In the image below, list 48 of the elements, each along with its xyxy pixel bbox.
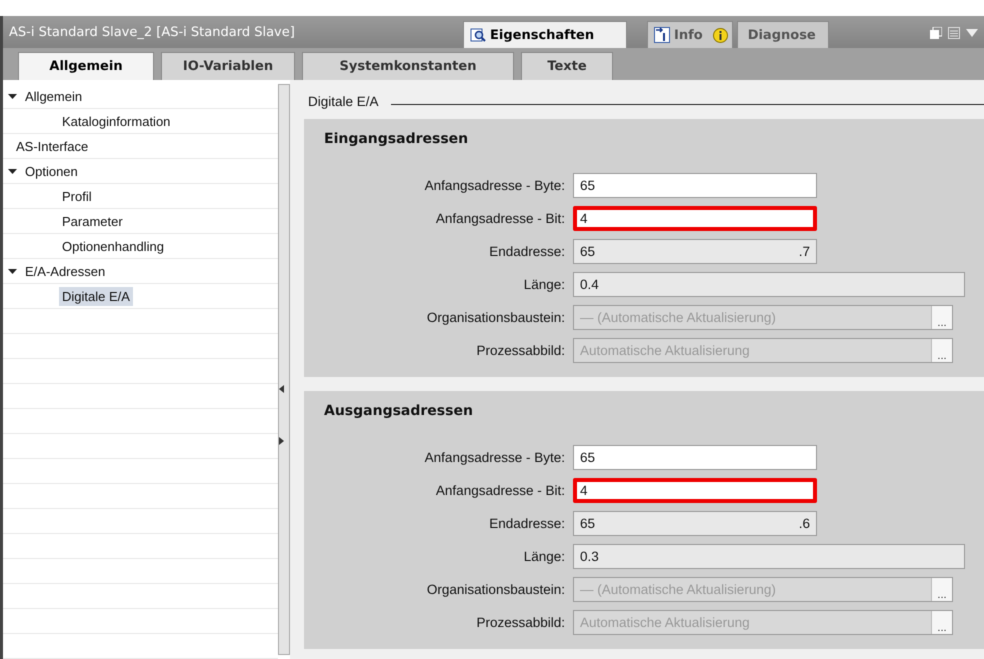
field-label: Endadresse:: [488, 244, 565, 259]
readonly-field: 0.3: [573, 544, 965, 569]
tree-item[interactable]: Kataloginformation: [59, 112, 174, 130]
field-label: Organisationsbaustein:: [426, 582, 565, 597]
tree-item[interactable]: E/A-Adressen: [22, 262, 108, 280]
tab[interactable]: Systemkonstanten: [302, 52, 514, 80]
expand-arrow-icon[interactable]: [8, 266, 17, 276]
readonly-field: 0.4: [573, 272, 965, 297]
input-field[interactable]: 4: [573, 478, 817, 503]
panel-title: AS-i Standard Slave_2 [AS-i Standard Slave]: [8, 25, 296, 42]
tab[interactable]: IO-Variablen: [161, 52, 295, 80]
field-label: Endadresse:: [488, 516, 565, 531]
input-field[interactable]: 65: [573, 173, 817, 198]
group-title: Eingangsadressen: [324, 131, 470, 147]
field-label: Prozessabbild:: [475, 615, 565, 630]
expand-arrow-icon[interactable]: [8, 92, 17, 100]
view-tab[interactable]: Info: [647, 21, 733, 48]
tab[interactable]: Texte: [521, 52, 613, 80]
tree-item[interactable]: Optionen: [22, 162, 81, 180]
window-restore-icon[interactable]: [930, 27, 942, 39]
view-tab[interactable]: Diagnose: [736, 21, 829, 48]
group-title: Ausgangsadressen: [324, 403, 474, 419]
view-tab[interactable]: Eigenschaften: [463, 21, 627, 48]
tree-item[interactable]: Allgemein: [22, 86, 86, 106]
readonly-field: 65 .6: [573, 511, 817, 536]
input-field[interactable]: 65: [573, 445, 817, 470]
field-label: Anfangsadresse - Bit:: [434, 483, 565, 498]
tree-item[interactable]: Digitale E/A: [59, 286, 133, 306]
tree-item[interactable]: Profil: [59, 186, 95, 206]
field-label: Anfangsadresse - Byte:: [424, 178, 565, 193]
tree-item[interactable]: Optionenhandling: [59, 236, 167, 256]
section-title: Digitale E/A: [308, 94, 379, 109]
tree-item[interactable]: Parameter: [59, 212, 126, 230]
input-field[interactable]: 4: [573, 206, 817, 231]
list-icon[interactable]: [948, 27, 960, 39]
tree-item[interactable]: AS-Interface: [13, 136, 92, 156]
readonly-field: 65 .7: [573, 239, 817, 264]
tab[interactable]: Allgemein: [18, 52, 154, 80]
field-label: Organisationsbaustein:: [426, 310, 565, 325]
info-badge-icon: [712, 28, 728, 42]
field-label: Prozessabbild:: [475, 343, 565, 358]
dropdown-caret-icon[interactable]: [966, 29, 978, 37]
field-label: Länge:: [522, 277, 565, 292]
field-label: Anfangsadresse - Bit:: [434, 211, 565, 226]
magnifier-icon: [470, 27, 486, 43]
field-label: Länge:: [522, 549, 565, 564]
expand-arrow-icon[interactable]: [8, 166, 17, 176]
field-label: Anfangsadresse - Byte:: [424, 450, 565, 465]
